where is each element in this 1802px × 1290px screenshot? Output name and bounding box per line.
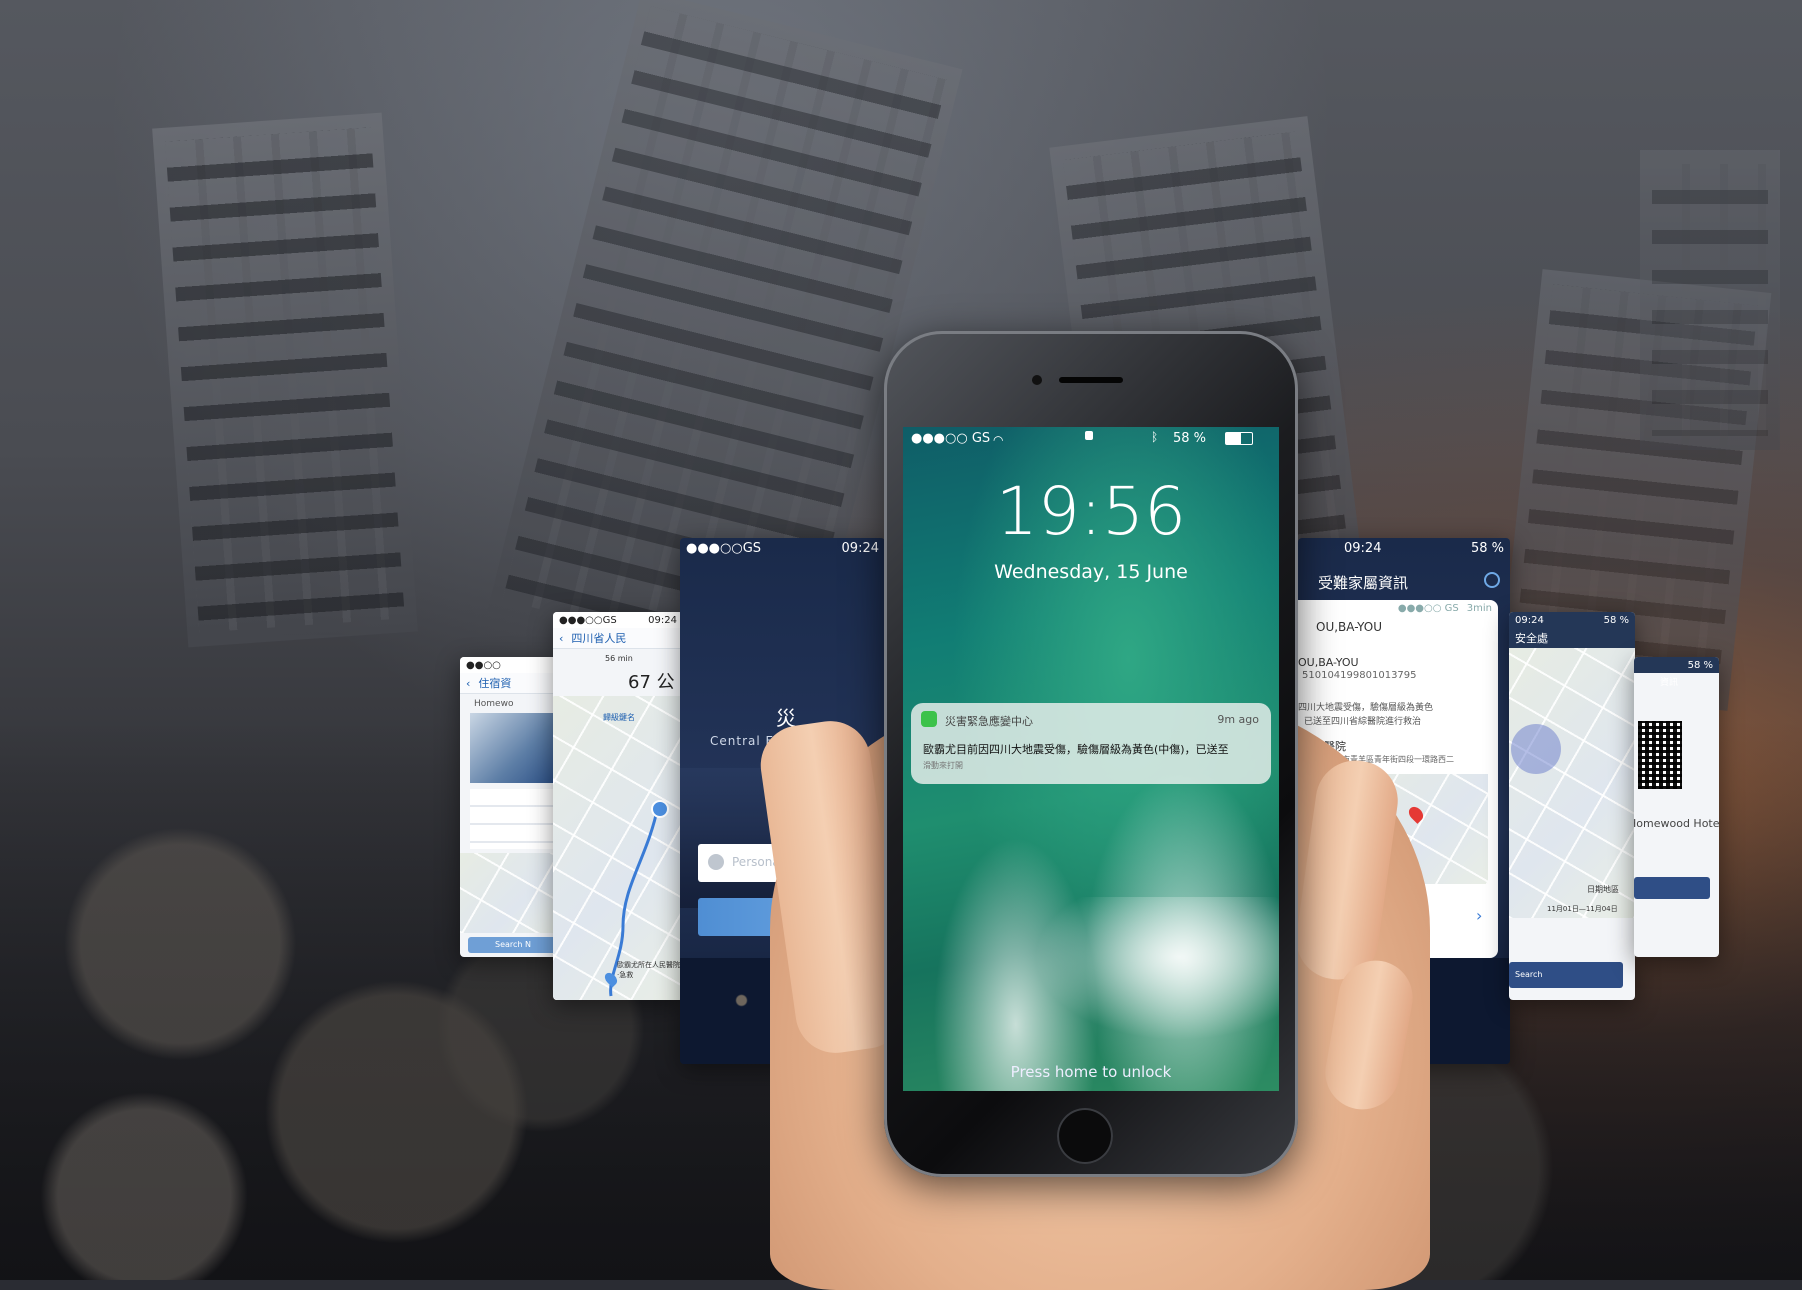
notification-time: 9m ago [1217,713,1259,726]
messages-app-icon [921,711,937,727]
notification-card[interactable]: 災害緊急應變中心 9m ago 歐霸尤目前因四川大地震受傷，驗傷層級為黃色(中傷… [911,703,1271,784]
details-list [470,789,556,849]
victim-name: OU,BA-YOU [1316,620,1383,634]
date-range: 11月01日—11月04日 [1547,905,1618,913]
destination-label: 歐霸尤所在人民醫院 ·急救 [617,961,680,979]
back-icon[interactable]: ‹ [559,632,563,645]
victim-id: 510104199801013795 [1302,670,1417,681]
user-icon [708,854,724,870]
qr-code [1638,721,1682,789]
screen-title: 安全處 [1515,632,1548,645]
room-photo [470,713,556,783]
wifi-icon: ◠ [993,433,1004,447]
status-bar: ●●○○ [460,657,565,673]
map-view[interactable] [460,853,565,933]
status-bar: 58 % [1634,657,1719,673]
notification-message: 歐霸尤目前因四川大地震受傷，驗傷層級為黃色(中傷)，已送至 [923,743,1229,756]
notification-app-name: 災害緊急應變中心 [945,715,1033,728]
route-screen[interactable]: ●●●○○GS 09:24 ‹ 四川省人民 56 min 67 公 歸級鍵名 歐霸尤… [553,612,683,1000]
hotel-booking-screen[interactable]: ●●○○ ‹ 住宿資 Homewo Search N [460,657,565,957]
notification-sub: 滑動來打開 [923,761,963,770]
distance-label: 67 公 [628,672,675,693]
hotel-qr-screen[interactable]: 58 % 資訊 Homewood Hotel [1634,657,1719,957]
status-line: 已送至四川省綜醫院進行救治 [1304,717,1422,727]
route-line [609,805,660,997]
lock-time: 19:56 [995,473,1187,550]
battery-percent: 58 % [1173,431,1207,446]
lock-screen[interactable]: ●●●○○ GS ◠ ᛒ 58 % 19:56 Wednesday, 15 Ju… [903,427,1279,1091]
status-bar: ●●●○○GS 09:24 [553,612,683,628]
status-bar: 09:24 58 % [1509,612,1635,628]
screen-title: 住宿資 [478,677,512,690]
earpiece [1059,377,1123,383]
battery-icon [1225,432,1253,445]
collapsed-building [152,112,418,648]
screen-title: 四川省人民 [571,632,627,645]
status-bar: 09:24 58 % [1344,540,1504,556]
filter-label: 日期地區 [1587,885,1619,894]
confirm-button[interactable] [1634,877,1710,899]
search-button[interactable]: Search [1509,962,1623,988]
lock-date: Wednesday, 15 June [994,561,1188,583]
wave-foam [1023,897,1279,1047]
bluetooth-icon: ᛒ [1151,430,1159,444]
lock-icon [1085,431,1093,440]
hotel-name: Homewo [474,699,514,709]
home-button[interactable] [1057,1108,1113,1164]
area-circle [1511,724,1561,774]
nav-bar: ‹ 四川省人民 [553,628,683,649]
iphone: ●●●○○ GS ◠ ᛒ 58 % 19:56 Wednesday, 15 Ju… [884,331,1298,1177]
map-view[interactable] [1509,648,1635,918]
screen-title: 受難家屬資訊 [1318,574,1409,592]
nav-bar: 安全處 [1509,628,1635,649]
status-bar: ●●●○○GS 09:24 [686,540,879,556]
location-pin-icon [651,800,669,818]
nav-bar: ‹ 住宿資 [460,673,565,694]
chevron-right-icon[interactable]: › [1476,906,1482,925]
shelter-screen[interactable]: 09:24 58 % 安全處 日期地區 11月01日—11月04日 Search [1509,612,1635,1000]
victim-name-detail: OU,BA-YOU [1298,656,1359,669]
screen-title: 資訊 [1660,678,1679,688]
search-button[interactable]: Search N [468,937,558,953]
search-icon[interactable] [1484,572,1500,588]
collapsed-building [1640,150,1780,450]
carrier-label: ●●●○○ GS [911,431,991,446]
status-line: 四川大地震受傷，驗傷層級為黃色 [1298,703,1434,713]
sub-status-bar: ●●●○○ GS 3min [1397,602,1492,614]
back-icon[interactable]: ‹ [466,677,470,690]
front-camera [1032,375,1042,385]
hotel-name: Homewood Hotel [1634,817,1719,830]
eta-label: 56 min [605,654,633,663]
unlock-hint: Press home to unlock [1010,1063,1172,1081]
